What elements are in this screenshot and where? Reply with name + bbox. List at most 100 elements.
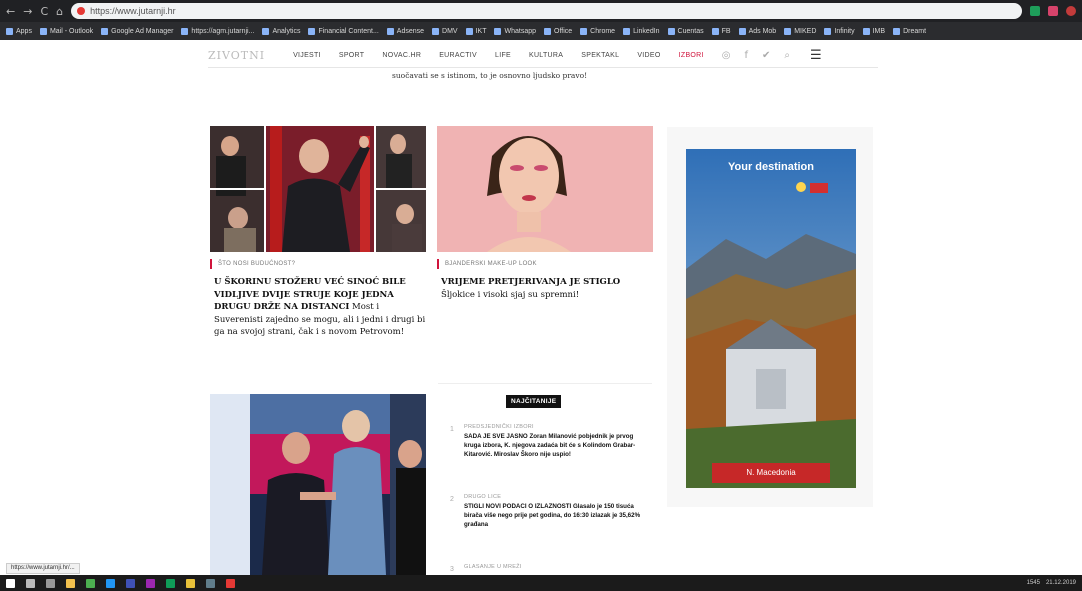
item-text: STIGLI NOVI PODACI O IZLAZNOSTI Glasalo …: [464, 503, 641, 528]
bookmark-item[interactable]: Ads Mob: [738, 27, 777, 35]
flag-icon: [810, 183, 828, 193]
task-view-icon[interactable]: [46, 578, 55, 588]
recording-icon: [77, 7, 86, 15]
bookmark-item[interactable]: Whatsapp: [494, 27, 536, 35]
bookmark-item[interactable]: Mail - Outlook: [39, 27, 93, 35]
bookmark-item[interactable]: Financial Content...: [308, 27, 379, 35]
bookmark-favicon-icon: [465, 27, 473, 35]
extension-icon[interactable]: [1048, 6, 1058, 16]
bookmark-favicon-icon: [667, 27, 675, 35]
app-icon[interactable]: [86, 578, 95, 588]
article-image[interactable]: [210, 126, 426, 252]
bookmark-label: IKT: [475, 27, 487, 35]
bookmark-label: Google Ad Manager: [111, 27, 174, 35]
site-logo[interactable]: ZIVOTNI: [208, 49, 265, 62]
bookmark-favicon-icon: [784, 27, 792, 35]
previous-article-text[interactable]: suočavati se s istinom, to je osnovno lj…: [392, 70, 612, 82]
bookmark-item[interactable]: Analytics: [262, 27, 300, 35]
bookmark-item[interactable]: Cuentas: [667, 27, 704, 35]
nav-life[interactable]: LIFE: [495, 52, 511, 59]
bookmark-item[interactable]: MIKED: [784, 27, 816, 35]
article-tag[interactable]: ŠTO NOSI BUDUĆNOST?: [210, 259, 302, 269]
reload-icon[interactable]: C: [40, 5, 48, 18]
most-read-item[interactable]: 2 DRUGO LICE STIGLI NOVI PODACI O IZLAZN…: [450, 494, 650, 544]
instagram-icon[interactable]: ◎: [722, 50, 731, 61]
bookmark-favicon-icon: [711, 27, 719, 35]
back-icon[interactable]: ←: [6, 5, 15, 18]
article-headline[interactable]: VRIJEME PRETJERIVANJA JE STIGLO Šljokice…: [437, 276, 653, 301]
extension-icon[interactable]: [1030, 6, 1040, 16]
date-display: 21.12.2019: [1045, 580, 1076, 586]
bookmark-item[interactable]: https://agm.jutarnji...: [181, 27, 254, 35]
bookmark-label: DMV: [442, 27, 458, 35]
bookmark-item[interactable]: Infinity: [824, 27, 855, 35]
bookmark-item[interactable]: FB: [711, 27, 731, 35]
nav-izbori[interactable]: IZBORI: [679, 52, 704, 59]
system-tray[interactable]: 1545 21.12.2019: [1027, 580, 1076, 586]
bookmark-label: Ads Mob: [748, 27, 777, 35]
bookmark-item[interactable]: IKT: [465, 27, 487, 35]
bookmark-favicon-icon: [824, 27, 832, 35]
search-icon[interactable]: [26, 578, 35, 588]
app-icon[interactable]: [106, 578, 115, 588]
file-explorer-icon[interactable]: [66, 578, 75, 588]
windows-start-icon[interactable]: [6, 578, 15, 588]
article-image[interactable]: [210, 394, 426, 575]
bookmark-favicon-icon: [862, 27, 870, 35]
bookmark-item[interactable]: Dreamt: [893, 27, 926, 35]
app-icon[interactable]: [226, 578, 235, 588]
bookmark-label: Infinity: [834, 27, 855, 35]
app-icon[interactable]: [166, 578, 175, 588]
ad-title: Your destination: [728, 161, 814, 173]
nav-sport[interactable]: SPORT: [339, 52, 365, 59]
twitter-icon[interactable]: ✔: [762, 50, 770, 61]
bookmark-favicon-icon: [494, 27, 502, 35]
item-category: DRUGO LICE: [464, 494, 502, 500]
article-headline[interactable]: U ŠKORINU STOŽERU VEĆ SINOĆ BILE VIDLJIV…: [210, 276, 426, 339]
home-icon[interactable]: ⌂: [56, 5, 63, 18]
bookmark-item[interactable]: Chrome: [580, 27, 615, 35]
bookmark-favicon-icon: [623, 27, 631, 35]
site-navigation: ZIVOTNI VIJESTI SPORT NOVAC.HR EURACTIV …: [208, 44, 878, 68]
nav-vijesti[interactable]: VIJESTI: [293, 52, 321, 59]
forward-icon[interactable]: →: [23, 5, 32, 18]
bookmark-favicon-icon: [544, 27, 552, 35]
article-card[interactable]: ŠTO NOSI BUDUĆNOST? U ŠKORINU STOŽERU VE…: [210, 126, 426, 339]
bookmark-item[interactable]: DMV: [432, 27, 458, 35]
ad-banner[interactable]: Your destination N. Macedonia: [686, 149, 856, 488]
bookmark-favicon-icon: [101, 27, 109, 35]
facebook-icon[interactable]: f: [745, 50, 749, 61]
nav-kultura[interactable]: KULTURA: [529, 52, 563, 59]
nav-video[interactable]: VIDEO: [637, 52, 660, 59]
nav-novac[interactable]: NOVAC.HR: [382, 52, 421, 59]
app-icon[interactable]: [146, 578, 155, 588]
bookmark-label: IMB: [872, 27, 886, 35]
bookmark-item[interactable]: LinkedIn: [623, 27, 660, 35]
bookmark-item[interactable]: Apps: [6, 27, 32, 35]
item-number: 3: [450, 566, 454, 573]
article-image[interactable]: [437, 126, 653, 252]
ad-cta[interactable]: N. Macedonia: [712, 463, 830, 483]
bookmark-favicon-icon: [308, 27, 316, 35]
most-read-item[interactable]: 1 PREDSJEDNIČKI IZBORI SADA JE SVE JASNO…: [450, 424, 650, 474]
article-tag[interactable]: BJANDERSKI MAKE-UP LOOK: [437, 259, 543, 269]
menu-icon[interactable]: ☰: [810, 48, 822, 63]
bookmark-label: LinkedIn: [633, 27, 660, 35]
headline-rest: Šljokice i visoki sjaj su spremni!: [441, 289, 580, 300]
bookmark-item[interactable]: IMB: [862, 27, 886, 35]
app-icon[interactable]: [206, 578, 215, 588]
bookmark-item[interactable]: Office: [544, 27, 572, 35]
most-read-label: NAJČITANIJE: [506, 395, 562, 408]
app-icon[interactable]: [126, 578, 135, 588]
nav-euractiv[interactable]: EURACTIV: [439, 52, 477, 59]
search-icon[interactable]: ⌕: [784, 50, 790, 61]
article-card[interactable]: BJANDERSKI MAKE-UP LOOK VRIJEME PRETJERI…: [437, 126, 653, 301]
bookmark-item[interactable]: Adsense: [386, 27, 424, 35]
chrome-icon[interactable]: [186, 578, 195, 588]
bookmark-item[interactable]: Google Ad Manager: [101, 27, 174, 35]
nav-spektakl[interactable]: SPEKTAKL: [581, 52, 619, 59]
profile-avatar[interactable]: [1066, 6, 1076, 16]
address-bar[interactable]: https://www.jutarnji.hr: [71, 3, 1022, 19]
status-url-tooltip: https://www.jutarnji.hr/...: [6, 563, 80, 574]
bookmark-favicon-icon: [738, 27, 746, 35]
